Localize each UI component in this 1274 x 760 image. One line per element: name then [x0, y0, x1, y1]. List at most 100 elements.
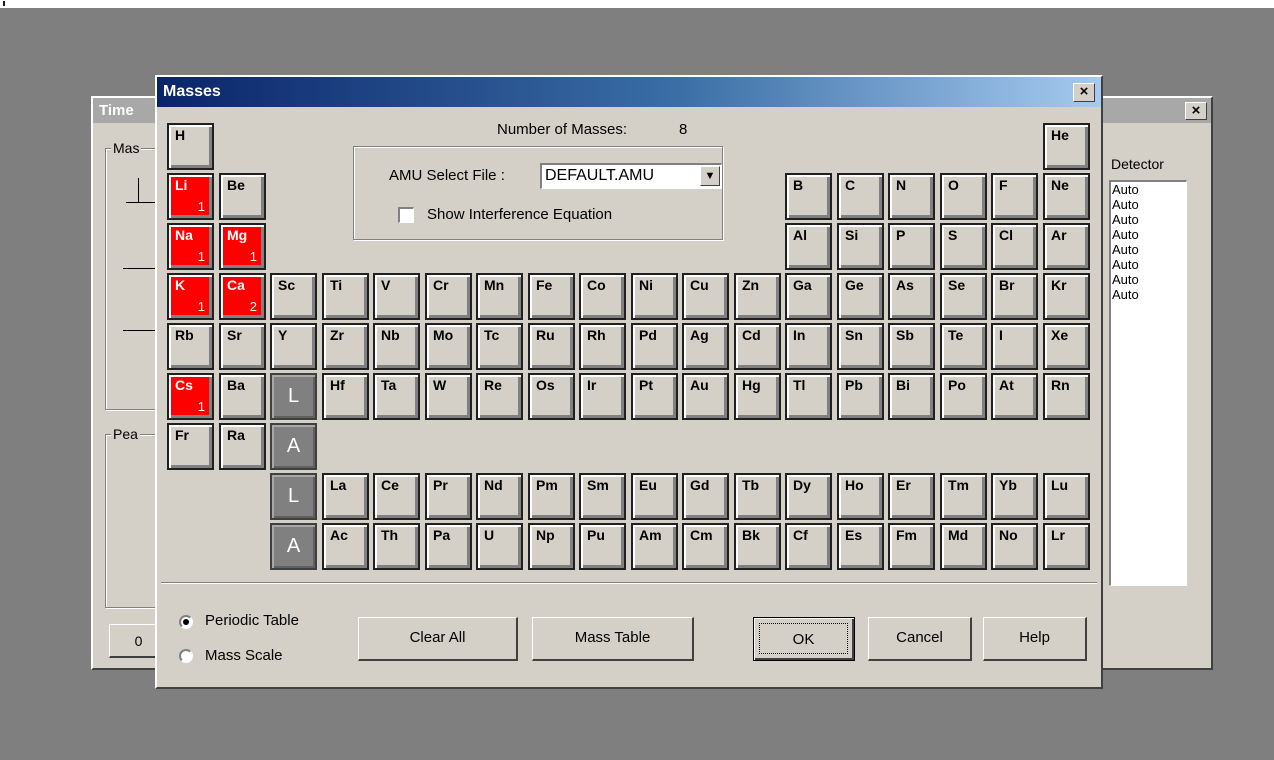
- element-button-cs[interactable]: Cs 1: [167, 373, 214, 420]
- element-button-in[interactable]: In: [785, 323, 832, 370]
- element-button-ac[interactable]: Ac: [322, 523, 369, 570]
- element-button-yb[interactable]: Yb: [991, 473, 1038, 520]
- element-button-c[interactable]: C: [837, 173, 884, 220]
- ok-button[interactable]: OK: [753, 617, 855, 661]
- element-button-tb[interactable]: Tb: [734, 473, 781, 520]
- element-button-bk[interactable]: Bk: [734, 523, 781, 570]
- element-button-ar[interactable]: Ar: [1043, 223, 1090, 270]
- element-button-b[interactable]: B: [785, 173, 832, 220]
- element-button-w[interactable]: W: [425, 373, 472, 420]
- element-button-br[interactable]: Br: [991, 273, 1038, 320]
- element-button-sm[interactable]: Sm: [579, 473, 626, 520]
- element-button-rb[interactable]: Rb: [167, 323, 214, 370]
- element-button-po[interactable]: Po: [940, 373, 987, 420]
- element-button-la[interactable]: La: [322, 473, 369, 520]
- element-button-np[interactable]: Np: [528, 523, 575, 570]
- element-button-bi[interactable]: Bi: [888, 373, 935, 420]
- element-button-ge[interactable]: Ge: [837, 273, 884, 320]
- element-button-tm[interactable]: Tm: [940, 473, 987, 520]
- element-button-ni[interactable]: Ni: [631, 273, 678, 320]
- element-button-p[interactable]: P: [888, 223, 935, 270]
- element-button-ga[interactable]: Ga: [785, 273, 832, 320]
- element-button-n[interactable]: N: [888, 173, 935, 220]
- element-button-rn[interactable]: Rn: [1043, 373, 1090, 420]
- background-window-close-button[interactable]: ×: [1185, 102, 1207, 120]
- element-button-sb[interactable]: Sb: [888, 323, 935, 370]
- close-button[interactable]: ×: [1073, 83, 1095, 102]
- element-button-cr[interactable]: Cr: [425, 273, 472, 320]
- chevron-down-icon[interactable]: ▼: [700, 166, 720, 186]
- element-button-o[interactable]: O: [940, 173, 987, 220]
- element-button-tc[interactable]: Tc: [476, 323, 523, 370]
- element-button-k[interactable]: K1: [167, 273, 214, 320]
- element-button-pt[interactable]: Pt: [631, 373, 678, 420]
- element-button-pb[interactable]: Pb: [837, 373, 884, 420]
- element-button-h[interactable]: H: [167, 123, 214, 170]
- radio-periodic-table[interactable]: [179, 615, 193, 629]
- element-button-zr[interactable]: Zr: [322, 323, 369, 370]
- element-button-s[interactable]: S: [940, 223, 987, 270]
- element-button-pr[interactable]: Pr: [425, 473, 472, 520]
- element-button-nb[interactable]: Nb: [373, 323, 420, 370]
- element-button-ho[interactable]: Ho: [837, 473, 884, 520]
- element-button-au[interactable]: Au: [682, 373, 729, 420]
- element-button-cm[interactable]: Cm: [682, 523, 729, 570]
- element-button-se[interactable]: Se: [940, 273, 987, 320]
- element-button-v[interactable]: V: [373, 273, 420, 320]
- element-button-mg[interactable]: Mg 1: [219, 223, 266, 270]
- amu-select-dropdown[interactable]: DEFAULT.AMU ▼: [540, 163, 722, 189]
- element-button-fe[interactable]: Fe: [528, 273, 575, 320]
- element-button-pm[interactable]: Pm: [528, 473, 575, 520]
- cancel-button[interactable]: Cancel: [868, 617, 972, 661]
- radio-mass-scale[interactable]: [179, 649, 193, 663]
- element-button-tl[interactable]: Tl: [785, 373, 832, 420]
- element-button-mn[interactable]: Mn: [476, 273, 523, 320]
- mass-table-button[interactable]: Mass Table: [532, 617, 694, 661]
- element-button-te[interactable]: Te: [940, 323, 987, 370]
- element-button-nd[interactable]: Nd: [476, 473, 523, 520]
- element-button-er[interactable]: Er: [888, 473, 935, 520]
- element-button-be[interactable]: Be: [219, 173, 266, 220]
- element-button-al[interactable]: Al: [785, 223, 832, 270]
- element-button-he[interactable]: He: [1043, 123, 1090, 170]
- element-button-sn[interactable]: Sn: [837, 323, 884, 370]
- element-button-y[interactable]: Y: [270, 323, 317, 370]
- element-button-f[interactable]: F: [991, 173, 1038, 220]
- element-button-sr[interactable]: Sr: [219, 323, 266, 370]
- element-button-as[interactable]: As: [888, 273, 935, 320]
- element-button-si[interactable]: Si: [837, 223, 884, 270]
- element-button-th[interactable]: Th: [373, 523, 420, 570]
- element-button-rh[interactable]: Rh: [579, 323, 626, 370]
- clear-all-button[interactable]: Clear All: [358, 617, 518, 661]
- background-detector-list[interactable]: Auto Auto Auto Auto Auto Auto Auto Auto: [1109, 180, 1187, 586]
- element-button-co[interactable]: Co: [579, 273, 626, 320]
- element-button-xe[interactable]: Xe: [1043, 323, 1090, 370]
- element-button-os[interactable]: Os: [528, 373, 575, 420]
- element-button-fr[interactable]: Fr: [167, 423, 214, 470]
- element-button-ba[interactable]: Ba: [219, 373, 266, 420]
- element-button-eu[interactable]: Eu: [631, 473, 678, 520]
- element-button-ne[interactable]: Ne: [1043, 173, 1090, 220]
- element-button-ir[interactable]: Ir: [579, 373, 626, 420]
- element-button-ra[interactable]: Ra: [219, 423, 266, 470]
- element-button-kr[interactable]: Kr: [1043, 273, 1090, 320]
- element-button-ce[interactable]: Ce: [373, 473, 420, 520]
- element-button-gd[interactable]: Gd: [682, 473, 729, 520]
- element-button-am[interactable]: Am: [631, 523, 678, 570]
- element-button-li[interactable]: Li 1: [167, 173, 214, 220]
- element-button-cf[interactable]: Cf: [785, 523, 832, 570]
- element-button-mo[interactable]: Mo: [425, 323, 472, 370]
- element-button-md[interactable]: Md: [940, 523, 987, 570]
- element-button-pd[interactable]: Pd: [631, 323, 678, 370]
- show-interference-checkbox[interactable]: [398, 207, 414, 223]
- element-button-i[interactable]: I: [991, 323, 1038, 370]
- element-button-ta[interactable]: Ta: [373, 373, 420, 420]
- element-button-dy[interactable]: Dy: [785, 473, 832, 520]
- help-button[interactable]: Help: [983, 617, 1087, 661]
- element-button-sc[interactable]: Sc: [270, 273, 317, 320]
- element-button-es[interactable]: Es: [837, 523, 884, 570]
- element-button-pu[interactable]: Pu: [579, 523, 626, 570]
- element-button-no[interactable]: No: [991, 523, 1038, 570]
- element-button-zn[interactable]: Zn: [734, 273, 781, 320]
- element-button-u[interactable]: U: [476, 523, 523, 570]
